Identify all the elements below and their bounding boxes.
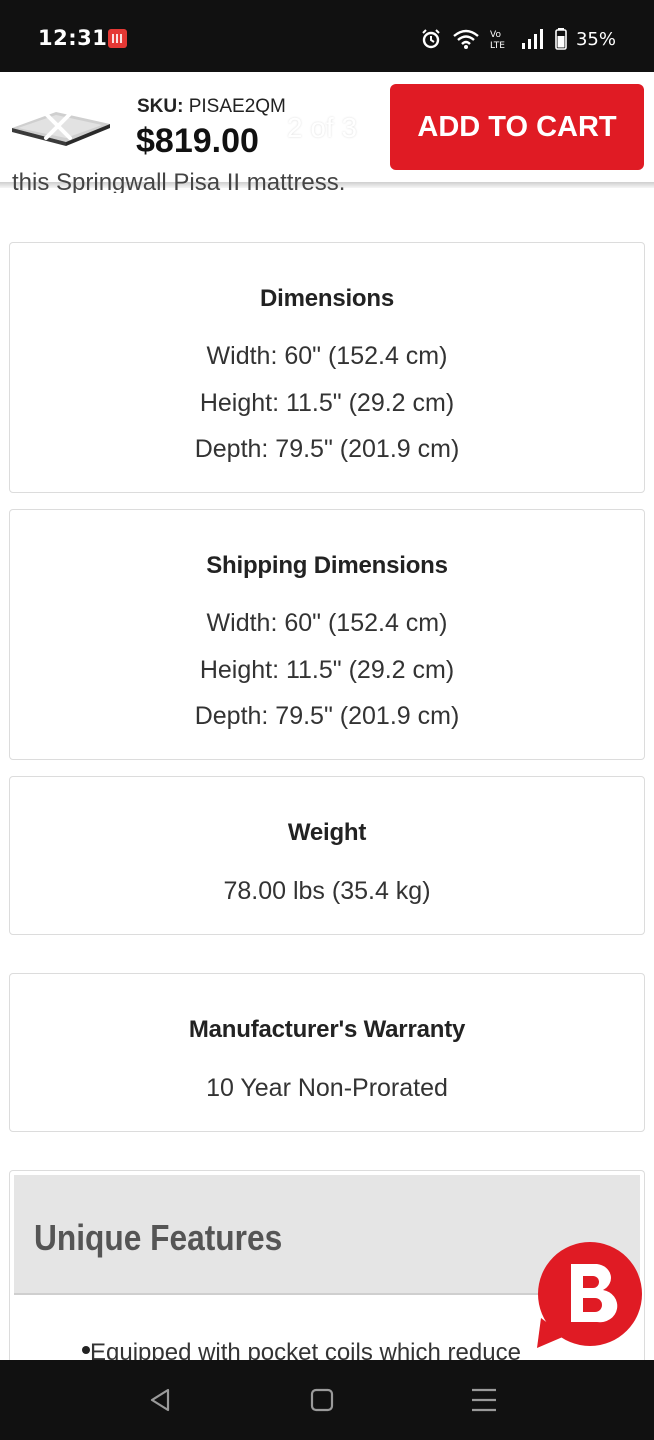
sku-label: SKU: bbox=[137, 96, 184, 117]
card-title: Shipping Dimensions bbox=[206, 552, 448, 579]
battery-icon bbox=[555, 28, 567, 50]
signal-icon bbox=[521, 29, 543, 49]
card-title: Weight bbox=[287, 819, 367, 846]
sku: SKU: PISAE2QM bbox=[137, 96, 286, 118]
description-text: this Springwall Pisa II mattress. bbox=[12, 171, 346, 193]
spec-line: Depth: 79.5" (201.9 cm) bbox=[194, 702, 460, 730]
spec-line: Width: 60" (152.4 cm) bbox=[206, 609, 448, 637]
volte-icon: Vo LTE bbox=[490, 30, 505, 51]
battery-percentage: 35% bbox=[575, 28, 616, 50]
warranty-card: Manufacturer's Warranty 10 Year Non-Pror… bbox=[9, 973, 645, 1132]
svg-text:Vo: Vo bbox=[490, 30, 501, 40]
brand-chat-icon[interactable] bbox=[535, 1242, 645, 1350]
close-icon[interactable] bbox=[40, 108, 76, 144]
shipping-dimensions-card: Shipping Dimensions Width: 60" (152.4 cm… bbox=[9, 509, 645, 760]
spec-line: 10 Year Non-Prorated bbox=[206, 1074, 448, 1102]
back-icon[interactable] bbox=[144, 1384, 176, 1416]
weight-card: Weight 78.00 lbs (35.4 kg) bbox=[9, 776, 645, 935]
spec-line: Height: 11.5" (29.2 cm) bbox=[199, 656, 455, 684]
status-icons: Vo LTE 35% bbox=[419, 27, 616, 51]
alarm-icon bbox=[422, 29, 440, 49]
recents-icon[interactable] bbox=[468, 1384, 500, 1416]
spec-line: 78.00 lbs (35.4 kg) bbox=[223, 877, 431, 905]
card-title: Manufacturer's Warranty bbox=[188, 1016, 466, 1043]
feature-item: Equipped with pocket coils which reduce bbox=[90, 1339, 521, 1360]
calendar-notification-icon bbox=[108, 29, 127, 48]
card-title: Dimensions bbox=[259, 285, 395, 312]
spec-line: Depth: 79.5" (201.9 cm) bbox=[194, 435, 460, 463]
sku-value: PISAE2QM bbox=[188, 96, 286, 117]
home-icon[interactable] bbox=[306, 1384, 338, 1416]
svg-text:LTE: LTE bbox=[490, 41, 505, 51]
add-to-cart-button[interactable]: ADD TO CART bbox=[390, 84, 644, 170]
dimensions-card: Dimensions Width: 60" (152.4 cm) Height:… bbox=[9, 242, 645, 493]
spec-line: Width: 60" (152.4 cm) bbox=[206, 342, 448, 370]
bullet-icon bbox=[82, 1346, 90, 1354]
product-price: $819.00 bbox=[136, 122, 259, 160]
image-pager: 2 of 3 bbox=[287, 112, 358, 143]
spec-line: Height: 11.5" (29.2 cm) bbox=[199, 389, 455, 417]
features-title: Unique Features bbox=[34, 1217, 283, 1258]
status-bar: 12:31 Vo LTE 35% bbox=[0, 0, 654, 72]
wifi-icon bbox=[453, 29, 479, 49]
sticky-product-header: SKU: PISAE2QM $819.00 2 of 3 ADD TO CART bbox=[0, 72, 654, 182]
status-time: 12:31 bbox=[38, 26, 108, 50]
system-navigation-bar bbox=[0, 1360, 654, 1440]
